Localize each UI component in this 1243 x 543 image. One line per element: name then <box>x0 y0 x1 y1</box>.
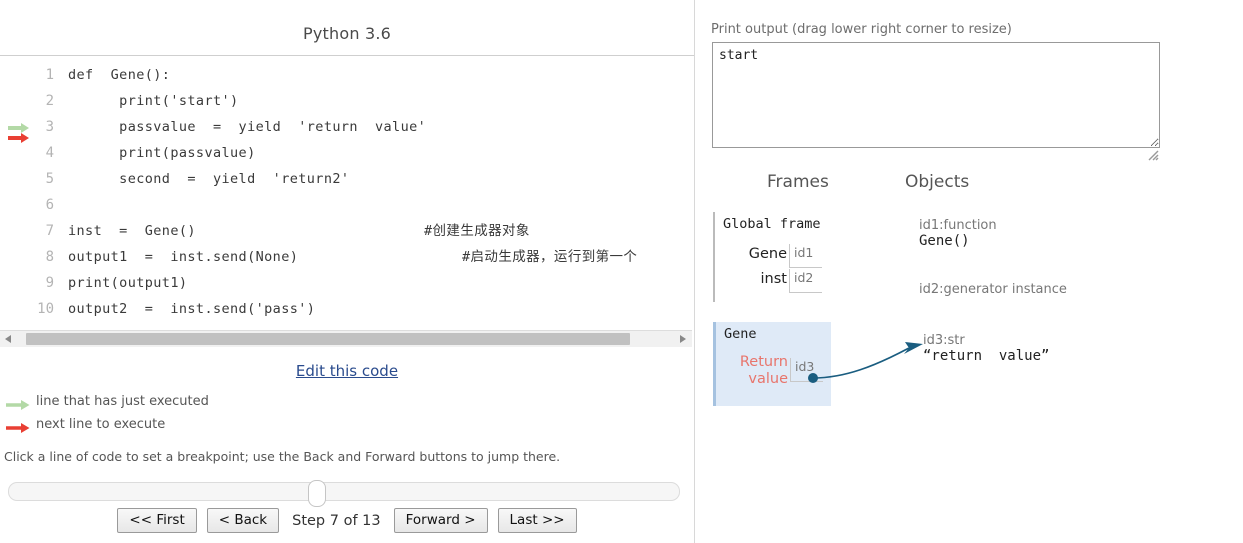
var-value-gene: id1 <box>794 245 814 260</box>
legend-executed-label: line that has just executed <box>36 394 209 409</box>
scroll-right-arrow-icon[interactable] <box>675 331 692 347</box>
code-line[interactable]: 6 <box>0 192 694 218</box>
page-title: Python 3.6 <box>303 24 391 43</box>
code-line[interactable]: 10 output2 = inst.send('pass') <box>0 296 694 322</box>
object-id1-value: Gene() <box>919 233 970 249</box>
code-text: inst = Gene() <box>68 223 196 239</box>
code-line[interactable]: 7 inst = Gene() #创建生成器对象 <box>0 218 694 244</box>
step-slider[interactable] <box>8 480 680 507</box>
global-frame: Global frame Gene id1 inst id2 <box>713 212 829 302</box>
code-line[interactable]: 2 print('start') <box>0 88 694 114</box>
frame-var-gene: Gene id1 <box>715 244 831 268</box>
var-value-box: id1 <box>789 244 822 268</box>
pointer-arrow-icon <box>808 342 923 383</box>
code-line[interactable]: 5 second = yield 'return2' <box>0 166 694 192</box>
red-arrow-icon <box>6 420 32 433</box>
object-id1-type: id1:function <box>919 218 997 233</box>
forward-button[interactable]: Forward > <box>393 508 488 533</box>
scrollbar-thumb[interactable] <box>26 333 630 345</box>
code-line[interactable]: 9 print(output1) <box>0 270 694 296</box>
code-horizontal-scrollbar[interactable] <box>0 330 692 347</box>
code-pane: Python 3.6 1 def Gene(): 2 print('start') 3… <box>0 0 694 543</box>
object-id2: id2:generator instance <box>919 282 1067 297</box>
edit-this-code-link[interactable]: Edit this code <box>0 362 694 380</box>
object-id3-value: “return value” <box>923 348 1050 364</box>
line-number: 4 <box>45 145 54 161</box>
divider <box>0 55 694 56</box>
first-button[interactable]: << First <box>117 508 197 533</box>
object-id3: id3:str “return value” <box>923 333 1049 364</box>
red-arrow-icon <box>8 125 32 143</box>
var-name-return-value: Return value <box>739 354 788 387</box>
code-line[interactable]: 8 output1 = inst.send(None) #启动生成器，运行到第一个 <box>0 244 694 270</box>
code-text: print(output1) <box>68 275 188 291</box>
global-frame-title: Global frame <box>723 216 821 232</box>
line-number: 5 <box>45 171 54 187</box>
code-text: def Gene(): <box>68 67 171 83</box>
var-value-inst: id2 <box>794 270 814 285</box>
back-button[interactable]: < Back <box>206 508 280 533</box>
gene-frame-title: Gene <box>724 326 757 342</box>
code-text: output2 = inst.send('pass') <box>68 301 316 317</box>
frame-var-inst: inst id2 <box>715 269 831 293</box>
var-value-box: id2 <box>789 269 822 293</box>
line-number: 3 <box>45 119 54 135</box>
print-output-label: Print output (drag lower right corner to… <box>711 22 1012 37</box>
object-id2-type: id2:generator instance <box>919 282 1067 297</box>
var-name-inst: inst <box>760 271 787 287</box>
scroll-left-arrow-icon[interactable] <box>0 331 17 347</box>
legend-line-executed: line that has just executed <box>6 392 209 412</box>
frames-heading: Frames <box>767 172 829 192</box>
line-number: 9 <box>45 275 54 291</box>
line-number: 10 <box>37 301 54 317</box>
code-text: print(passvalue) <box>68 145 256 161</box>
line-number: 8 <box>45 249 54 265</box>
code-line[interactable]: 1 def Gene(): <box>0 62 694 88</box>
step-slider-handle[interactable] <box>308 480 326 507</box>
code-line[interactable]: 3 passvalue = yield 'return value' <box>0 114 694 143</box>
code-comment: #启动生成器，运行到第一个 <box>462 249 638 265</box>
resize-handle-icon[interactable] <box>1147 146 1159 161</box>
line-number: 7 <box>45 223 54 239</box>
green-arrow-icon <box>8 115 32 133</box>
code-listing[interactable]: 1 def Gene(): 2 print('start') 3 passvalue … <box>0 62 694 324</box>
line-number: 6 <box>45 197 54 213</box>
code-text: second = yield 'return2' <box>68 171 350 187</box>
last-button[interactable]: Last >> <box>497 508 577 533</box>
breakpoint-hint: Click a line of code to set a breakpoint… <box>4 449 561 464</box>
playback-controls: << First < Back Step 7 of 13 Forward > L… <box>0 508 694 533</box>
code-text: passvalue = yield 'return value' <box>68 119 427 135</box>
var-name-gene: Gene <box>748 246 787 262</box>
code-line[interactable]: 4 print(passvalue) <box>0 140 694 166</box>
object-id1: id1:function Gene() <box>919 218 997 249</box>
line-number: 1 <box>45 67 54 83</box>
step-counter: Step 7 of 13 <box>292 512 381 529</box>
code-text: output1 = inst.send(None) <box>68 249 299 265</box>
green-arrow-icon <box>6 397 32 410</box>
visualization-pane: Print output (drag lower right corner to… <box>695 0 1243 543</box>
print-output-textarea[interactable]: start <box>712 42 1160 148</box>
legend-next-label: next line to execute <box>36 417 166 432</box>
legend-line-next: next line to execute <box>6 415 165 435</box>
line-number: 2 <box>45 93 54 109</box>
code-comment: #创建生成器对象 <box>424 223 530 239</box>
code-text: print('start') <box>68 93 239 109</box>
object-id3-type: id3:str <box>923 333 965 348</box>
objects-heading: Objects <box>905 172 970 192</box>
